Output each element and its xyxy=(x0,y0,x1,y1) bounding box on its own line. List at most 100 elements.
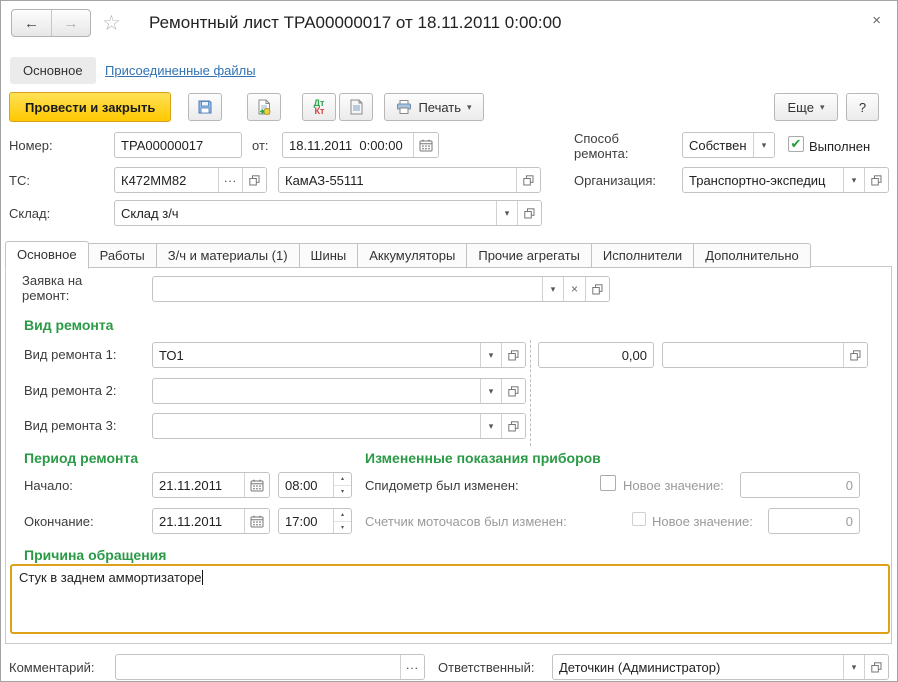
calendar-icon[interactable] xyxy=(413,133,438,157)
close-icon[interactable]: × xyxy=(872,13,881,28)
open-icon[interactable] xyxy=(516,168,540,192)
reason-text: Стук в заднем аммортизаторе xyxy=(19,570,201,585)
engine-hours-new-value-field-wrap xyxy=(768,508,860,534)
chevron-down-icon[interactable]: ▾ xyxy=(480,379,501,403)
calendar-icon[interactable] xyxy=(244,509,269,533)
favorite-star-icon[interactable]: ☆ xyxy=(102,11,121,36)
chevron-down-icon[interactable]: ▾ xyxy=(480,414,501,438)
repair-kind-extra-input[interactable] xyxy=(663,343,843,367)
detail-tabs: Основное Работы З/ч и материалы (1) Шины… xyxy=(5,241,811,268)
open-icon[interactable] xyxy=(864,655,888,679)
calendar-icon[interactable] xyxy=(244,473,269,497)
request-input[interactable] xyxy=(153,277,542,301)
date-input[interactable] xyxy=(283,133,413,157)
engine-hours-new-value-label: Новое значение: xyxy=(652,514,753,529)
tab-shiny[interactable]: Шины xyxy=(300,243,359,268)
tab-zch-materialy[interactable]: З/ч и материалы (1) xyxy=(157,243,300,268)
open-icon[interactable] xyxy=(843,343,867,367)
post-and-close-button[interactable]: Провести и закрыть xyxy=(9,92,171,122)
request-field-wrap: ▾ × xyxy=(152,276,610,302)
select-icon[interactable]: ... xyxy=(400,655,424,679)
spin-up-icon[interactable]: ▴ xyxy=(334,473,351,485)
text-cursor xyxy=(202,570,203,585)
forward-button[interactable]: → xyxy=(51,10,90,36)
repair-kind-2-label: Вид ремонта 2: xyxy=(24,383,116,398)
comment-input[interactable] xyxy=(116,655,400,679)
start-time-input[interactable] xyxy=(279,473,333,497)
open-icon[interactable] xyxy=(242,168,266,192)
save-button[interactable] xyxy=(188,93,222,121)
post-document-button[interactable] xyxy=(247,93,281,121)
tab-main[interactable]: Основное xyxy=(10,57,96,84)
warehouse-input[interactable] xyxy=(115,201,496,225)
tab-prochie-agregaty[interactable]: Прочие агрегаты xyxy=(467,243,592,268)
organization-input[interactable] xyxy=(683,168,843,192)
select-icon[interactable]: ... xyxy=(218,168,242,192)
spin-up-icon[interactable]: ▴ xyxy=(334,509,351,521)
back-button[interactable]: ← xyxy=(12,10,51,36)
responsible-input[interactable] xyxy=(553,655,843,679)
start-date-input[interactable] xyxy=(153,473,244,497)
help-button[interactable]: ? xyxy=(846,93,879,121)
tab-raboty[interactable]: Работы xyxy=(89,243,157,268)
end-date-input[interactable] xyxy=(153,509,244,533)
tab-ispolniteli[interactable]: Исполнители xyxy=(592,243,694,268)
repair-method-input[interactable] xyxy=(683,133,753,157)
end-time-input[interactable] xyxy=(279,509,333,533)
print-label: Печать xyxy=(418,100,461,115)
document-register-button[interactable] xyxy=(339,93,373,121)
repair-kind-amount-field-wrap xyxy=(538,342,654,368)
repair-kind-amount-input[interactable] xyxy=(539,343,653,367)
repair-kind-1-field-wrap: ▾ xyxy=(152,342,526,368)
history-nav: ← → xyxy=(11,9,91,37)
chevron-down-icon[interactable]: ▾ xyxy=(480,343,501,367)
open-icon[interactable] xyxy=(864,168,888,192)
print-button[interactable]: Печать ▾ xyxy=(384,93,484,121)
number-input[interactable] xyxy=(115,133,241,157)
page-title: Ремонтный лист ТРА00000017 от 18.11.2011… xyxy=(149,13,562,33)
spin-down-icon[interactable]: ▾ xyxy=(334,485,351,498)
tab-akkumulyatory[interactable]: Аккумуляторы xyxy=(358,243,467,268)
speedometer-new-value-input[interactable] xyxy=(741,473,859,497)
chevron-down-icon[interactable]: ▾ xyxy=(843,168,864,192)
tab-osnovnoe[interactable]: Основное xyxy=(5,241,89,269)
repair-kind-extra-field-wrap xyxy=(662,342,868,368)
engine-hours-new-value-input[interactable] xyxy=(769,509,859,533)
tab-dopolnitelno[interactable]: Дополнительно xyxy=(694,243,811,268)
chevron-down-icon[interactable]: ▾ xyxy=(753,133,774,157)
chevron-down-icon[interactable]: ▾ xyxy=(496,201,517,225)
done-checkbox[interactable] xyxy=(788,136,804,152)
reason-textarea[interactable]: Стук в заднем аммортизаторе xyxy=(10,564,890,634)
more-button[interactable]: Еще ▾ xyxy=(774,93,838,121)
repair-kind-3-input[interactable] xyxy=(153,414,480,438)
dt-kt-button[interactable]: ДтКт xyxy=(302,93,336,121)
open-icon[interactable] xyxy=(501,414,525,438)
start-date-field-wrap xyxy=(152,472,270,498)
open-icon[interactable] xyxy=(501,343,525,367)
open-icon[interactable] xyxy=(517,201,541,225)
number-label: Номер: xyxy=(9,138,53,153)
vehicle-model-field-wrap xyxy=(278,167,541,193)
time-spinner: ▴ ▾ xyxy=(333,473,351,497)
meters-heading: Измененные показания приборов xyxy=(365,450,601,466)
repair-kind-2-input[interactable] xyxy=(153,379,480,403)
start-time-field-wrap: ▴ ▾ xyxy=(278,472,352,498)
spin-down-icon[interactable]: ▾ xyxy=(334,521,351,534)
comment-field-wrap: ... xyxy=(115,654,425,680)
column-splitter[interactable] xyxy=(530,340,531,446)
vehicle-input[interactable] xyxy=(115,168,218,192)
repair-kind-1-input[interactable] xyxy=(153,343,480,367)
open-icon[interactable] xyxy=(501,379,525,403)
main-tab-panel: Заявка на ремонт: ▾ × Вид ремонта Вид ре… xyxy=(5,266,892,644)
engine-hours-changed-label: Счетчик моточасов был изменен: xyxy=(365,514,567,529)
open-icon[interactable] xyxy=(585,277,609,301)
vehicle-model-input[interactable] xyxy=(279,168,516,192)
chevron-down-icon[interactable]: ▾ xyxy=(542,277,563,301)
speedometer-changed-checkbox[interactable] xyxy=(600,475,616,491)
chevron-down-icon[interactable]: ▾ xyxy=(843,655,864,679)
speedometer-new-value-field-wrap xyxy=(740,472,860,498)
clear-icon[interactable]: × xyxy=(563,277,585,301)
floppy-icon xyxy=(197,99,213,115)
attached-files-link[interactable]: Присоединенные файлы xyxy=(105,63,256,78)
number-field-wrap xyxy=(114,132,242,158)
